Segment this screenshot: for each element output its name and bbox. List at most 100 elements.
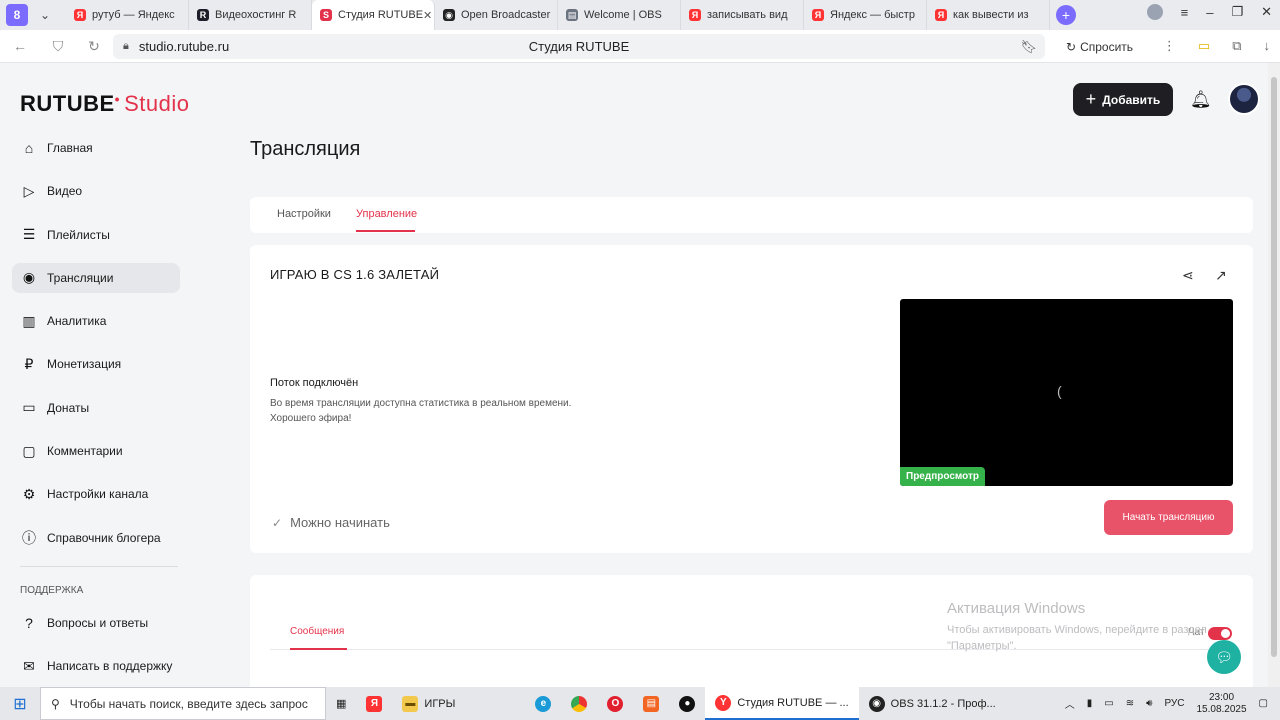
files-taskbar-icon[interactable]: ▤ <box>633 687 669 720</box>
question-icon: ? <box>25 614 33 631</box>
sidebar-item[interactable]: ₽ Монетизация <box>12 349 180 379</box>
browser-tab[interactable]: ▤ Welcome | OBS <box>558 0 681 30</box>
clock-date: 15.08.2025 <box>1196 703 1247 715</box>
sidebar-item[interactable]: ? Вопросы и ответы <box>12 608 180 638</box>
sidebar-item[interactable]: ☰ Плейлисты <box>12 220 180 250</box>
download-icon[interactable]: ↓ <box>1264 38 1271 54</box>
sidebar-item-label: Главная <box>47 141 93 155</box>
sidebar-item[interactable]: ✉ Написать в поддержку <box>12 651 180 681</box>
browser-tab[interactable]: Ярутуб — Яндекс <box>66 0 189 30</box>
activation-text: Чтобы активировать Windows, перейдите в … <box>947 624 1207 636</box>
restore-icon[interactable]: ❐ <box>1231 4 1243 20</box>
ask-icon: ↻ <box>1066 40 1077 54</box>
language-indicator[interactable]: РУС <box>1164 698 1184 709</box>
url-field[interactable]: 🔒︎ studio.rutube.ru Студия RUTUBE 🔖︎ <box>113 34 1045 59</box>
yandex-icon: Я <box>366 695 383 712</box>
sidebar-item-label: Монетизация <box>47 357 122 372</box>
usb-icon[interactable]: ▮ <box>1087 698 1093 709</box>
wifi-icon[interactable]: ≋ <box>1126 698 1134 709</box>
close-window-icon[interactable]: ✕ <box>1261 4 1272 20</box>
tab-menu-chevron-icon[interactable]: ⌄ <box>34 4 56 26</box>
browser-tab[interactable]: Якак вывести из <box>927 0 1050 30</box>
playlist-icon: ☰ <box>22 226 36 243</box>
tab-close-icon[interactable]: ✕ <box>423 9 432 22</box>
home-icon: ⌂ <box>24 140 34 156</box>
stream-card: ИГРАЮ В CS 1.6 ЗАЛЕТАЙ ⋖ ↗ Поток подключ… <box>250 245 1253 553</box>
avatar[interactable] <box>1228 83 1260 115</box>
folder-icon: ▬ <box>402 695 419 712</box>
sidebar-item-label: Аналитика <box>47 314 107 329</box>
more-icon[interactable]: ⋮ <box>1163 38 1176 54</box>
rutube-studio-logo[interactable]: RUTUBE• Studio <box>20 91 189 117</box>
browser-tab-strip: 8 ⌄ Ярутуб — Яндекс R Видеохостинг R S Студи… <box>0 0 1280 30</box>
logo-sub: Studio <box>124 91 190 116</box>
collections-icon[interactable]: ⧉ <box>1232 38 1241 54</box>
battery-icon[interactable]: ▭ <box>1198 38 1210 54</box>
browser-taskbar-item[interactable]: Y Студия RUTUBE — ... <box>705 687 859 720</box>
reload-icon[interactable]: ↻ <box>84 38 104 55</box>
shield-icon[interactable]: ⛉ <box>48 38 68 55</box>
bookmark-icon[interactable]: 🔖︎ <box>1020 39 1037 55</box>
task-view-icon[interactable]: ▦ <box>326 687 356 720</box>
sidebar-item[interactable]: ▥ Аналитика <box>12 306 180 336</box>
sidebar-item[interactable]: ⚙ Настройки канала <box>12 479 180 509</box>
obs-taskbar-item[interactable]: ◉ OBS 31.1.2 - Проф... <box>859 687 1006 720</box>
tray-chevron-icon[interactable]: ︿ <box>1065 696 1075 711</box>
sidebar-item-label: Плейлисты <box>47 227 110 242</box>
activation-text: "Параметры". <box>947 640 1017 652</box>
sidebar: ⌂ Главная ▷ Видео ☰ Плейлисты ◉ Трансляции ▥ Анал… <box>12 133 180 687</box>
page-scrollbar[interactable] <box>1268 63 1280 687</box>
browser-tab[interactable]: Я Яндекс — быстр <box>804 0 927 30</box>
back-icon[interactable]: ← <box>10 38 30 54</box>
clock[interactable]: 23:00 15.08.2025 <box>1196 692 1246 716</box>
windows-start-icon[interactable]: ⊞ <box>0 687 40 720</box>
bell-icon[interactable]: 🔔︎ <box>1190 90 1212 110</box>
scrollbar-thumb[interactable] <box>1271 77 1277 657</box>
sidebar-item[interactable]: ▷ Видео <box>12 176 180 206</box>
battery-tray-icon[interactable]: ▭ <box>1104 698 1113 709</box>
record-taskbar-icon[interactable]: ● <box>669 687 705 720</box>
donate-icon: ▭ <box>22 399 36 416</box>
sidebar-item[interactable]: ◉ Трансляции <box>12 262 180 293</box>
sidebar-item[interactable]: ⓘ Справочник блогера <box>12 523 180 553</box>
external-link-icon[interactable]: ↗ <box>1215 267 1227 284</box>
folder-taskbar-item[interactable]: ▬ ИГРЫ <box>392 687 465 720</box>
chrome-taskbar-icon[interactable] <box>561 687 597 720</box>
browser-tab[interactable]: S Студия RUTUBE ✕ <box>312 0 435 30</box>
browser-logo-icon[interactable]: 8 <box>6 4 28 26</box>
ask-button[interactable]: ↻ Спросить <box>1058 36 1141 58</box>
sidebar-section-label: ПОДДЕРЖКА <box>20 584 84 596</box>
new-tab-button[interactable]: + <box>1056 5 1076 25</box>
browser-tab[interactable]: R Видеохостинг R <box>189 0 312 30</box>
sidebar-item-label: Донаты <box>47 400 90 415</box>
tab-control[interactable]: Управление <box>356 208 417 220</box>
edge-taskbar-icon[interactable]: e <box>525 687 561 720</box>
sidebar-item[interactable]: ▭ Донаты <box>12 393 180 423</box>
browser-tab[interactable]: Язаписывать вид <box>681 0 804 30</box>
start-stream-button[interactable]: Начать трансляцию <box>1104 500 1233 535</box>
tab-favicon-icon: ◉ <box>443 9 455 21</box>
support-chat-button[interactable]: 💬︎ <box>1207 640 1241 674</box>
notifications-icon[interactable]: ▢ <box>1259 698 1268 709</box>
opera-taskbar-icon[interactable]: O <box>597 687 633 720</box>
add-label: Добавить <box>1102 92 1161 107</box>
url-text: studio.rutube.ru <box>138 39 230 54</box>
add-button[interactable]: + Добавить <box>1073 83 1173 116</box>
volume-icon[interactable]: 🔊︎ <box>1146 698 1152 709</box>
analytics-icon: ▥ <box>22 312 36 329</box>
profile-icon[interactable] <box>1146 4 1163 20</box>
sidebar-item[interactable]: ⌂ Главная <box>12 133 180 163</box>
stream-preview[interactable]: ( Предпросмотр <box>900 299 1233 486</box>
yandex-taskbar-icon[interactable]: Я <box>356 687 392 720</box>
share-icon[interactable]: ⋖ <box>1182 267 1194 284</box>
taskbar-search-input[interactable]: ⚲ Чтобы начать поиск, введите здесь запр… <box>40 687 326 720</box>
tab-settings[interactable]: Настройки <box>277 208 331 220</box>
minimize-icon[interactable]: – <box>1206 5 1213 20</box>
sidebar-item[interactable]: ▢ Комментарии <box>12 436 180 466</box>
browser-tab[interactable]: ◉ Open Broadcaster <box>435 0 558 30</box>
obs-icon: ◉ <box>868 695 885 712</box>
stream-title: ИГРАЮ В CS 1.6 ЗАЛЕТАЙ <box>270 267 440 282</box>
logo-dot-icon: • <box>114 91 121 107</box>
menu-icon[interactable]: ≡ <box>1181 5 1189 20</box>
tab-messages[interactable]: Сообщения <box>290 626 344 637</box>
